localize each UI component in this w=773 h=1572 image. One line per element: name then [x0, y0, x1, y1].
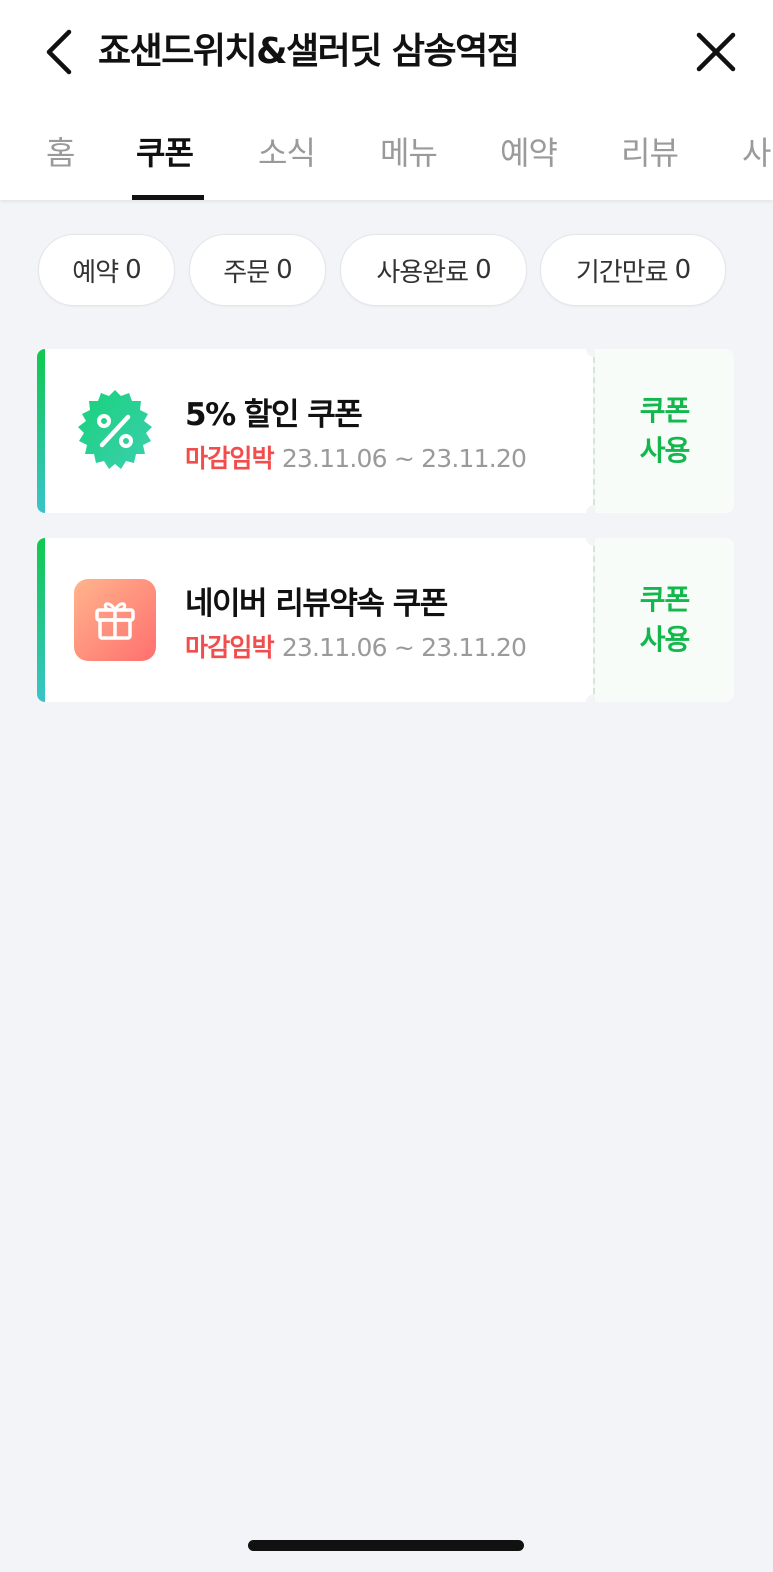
top-bar: 죠샌드위치&샐러딧 삼송역점 홈 쿠폰 소식 메뉴 예약 리뷰 사 [0, 0, 773, 200]
tab-photo[interactable]: 사 [742, 128, 771, 178]
page-title: 죠샌드위치&샐러딧 삼송역점 [98, 31, 520, 72]
filter-count: 0 [125, 255, 142, 285]
coupon-filter-bar: 예약 0 주문 0 사용완료 0 기간만료 0 [0, 234, 773, 308]
use-coupon-button[interactable]: 쿠폰 사용 [595, 349, 734, 513]
tab-news[interactable]: 소식 [258, 128, 316, 178]
tab-coupon[interactable]: 쿠폰 [136, 128, 194, 178]
use-coupon-label: 쿠폰 사용 [639, 394, 691, 467]
tab-reservation[interactable]: 예약 [500, 128, 558, 178]
coupon-period: 23.11.06 ~ 23.11.20 [281, 633, 527, 662]
coupon-validity: 마감임박 23.11.06 ~ 23.11.20 [185, 439, 527, 475]
use-coupon-label: 쿠폰 사용 [639, 583, 691, 656]
coupon-name: 네이버 리뷰약속 쿠폰 [185, 586, 448, 622]
coupon-validity: 마감임박 23.11.06 ~ 23.11.20 [185, 628, 527, 664]
filter-label: 기간만료 [575, 257, 669, 288]
coupon-info: 5% 할인 쿠폰 마감임박 23.11.06 ~ 23.11.20 [37, 349, 593, 513]
coupon-period: 23.11.06 ~ 23.11.20 [281, 444, 527, 473]
filter-count: 0 [475, 255, 492, 285]
filter-chip-reservation[interactable]: 예약 0 [38, 234, 175, 306]
use-coupon-button[interactable]: 쿠폰 사용 [595, 538, 734, 702]
coupon-card: 네이버 리뷰약속 쿠폰 마감임박 23.11.06 ~ 23.11.20 쿠폰 사… [37, 530, 734, 710]
filter-label: 예약 [72, 257, 119, 288]
filter-chip-order[interactable]: 주문 0 [189, 234, 326, 306]
filter-chip-expired[interactable]: 기간만료 0 [540, 234, 726, 306]
home-indicator[interactable] [248, 1540, 524, 1551]
back-button[interactable] [30, 22, 86, 82]
active-tab-indicator [132, 195, 204, 200]
filter-chip-used[interactable]: 사용완료 0 [340, 234, 527, 306]
coupon-info: 네이버 리뷰약속 쿠폰 마감임박 23.11.06 ~ 23.11.20 [37, 538, 593, 702]
close-icon [696, 32, 736, 72]
coupon-card: 5% 할인 쿠폰 마감임박 23.11.06 ~ 23.11.20 쿠폰 사용 [37, 341, 734, 521]
filter-count: 0 [276, 255, 293, 285]
tab-home[interactable]: 홈 [46, 128, 75, 178]
filter-count: 0 [674, 255, 692, 285]
deadline-badge: 마감임박 [185, 633, 275, 662]
tab-menu[interactable]: 메뉴 [380, 128, 438, 178]
filter-label: 사용완료 [376, 257, 469, 288]
close-button[interactable] [686, 22, 746, 82]
header: 죠샌드위치&샐러딧 삼송역점 [0, 0, 773, 106]
tab-bar: 홈 쿠폰 소식 메뉴 예약 리뷰 사 [0, 106, 773, 200]
deadline-badge: 마감임박 [185, 444, 275, 473]
coupon-accent-stripe [37, 538, 45, 702]
tab-review[interactable]: 리뷰 [621, 128, 679, 178]
gift-icon [74, 579, 156, 661]
percent-badge-icon [78, 390, 152, 469]
coupon-name: 5% 할인 쿠폰 [185, 397, 363, 433]
coupon-accent-stripe [37, 349, 45, 513]
filter-label: 주문 [223, 257, 270, 288]
chevron-left-icon [46, 29, 72, 75]
